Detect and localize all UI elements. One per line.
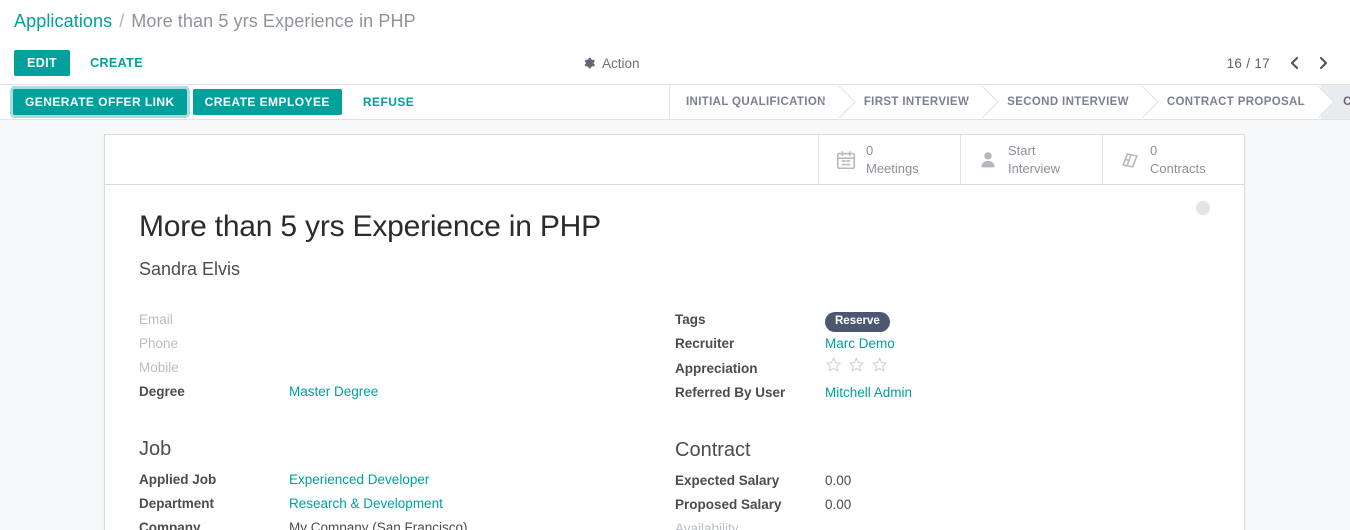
field-value-appreciation[interactable] xyxy=(825,356,888,373)
smart-button-label: Meetings xyxy=(866,160,919,176)
field-row: Proposed Salary 0.00 xyxy=(675,493,1211,517)
stage-pipeline: INITIAL QUALIFICATION FIRST INTERVIEW SECO… xyxy=(670,85,1350,119)
field-row: Referred By User Mitchell Admin xyxy=(675,381,1211,405)
smart-button-contracts[interactable]: 0 Contracts xyxy=(1102,135,1244,184)
field-row: Applied Job Experienced Developer xyxy=(139,468,675,492)
contract-section-title: Contract xyxy=(675,439,751,461)
action-menu-button[interactable]: Action xyxy=(583,56,640,71)
smart-button-value: 0 xyxy=(866,143,874,159)
field-row: Phone xyxy=(139,332,675,356)
tag-badge[interactable]: Reserve xyxy=(825,312,890,332)
calendar-icon xyxy=(835,149,857,171)
field-label-expected-salary: Expected Salary xyxy=(675,473,780,488)
field-value-company: My Company (San Francisco) xyxy=(289,520,468,530)
smart-button-value: Start xyxy=(1008,143,1036,159)
field-column-left: Email Phone Mobile Degree Master Degree Job … xyxy=(139,308,675,530)
smart-button-text: 0 Meetings xyxy=(866,142,919,176)
field-label-phone: Phone xyxy=(139,336,179,351)
field-value-degree[interactable]: Master Degree xyxy=(289,380,378,404)
field-label-recruiter: Recruiter xyxy=(675,336,735,351)
field-label-degree: Degree xyxy=(139,384,185,399)
job-section-title: Job xyxy=(139,438,172,460)
field-row: Appreciation xyxy=(675,356,1211,381)
contact-field-group: Email Phone Mobile Degree Master Degree xyxy=(139,308,675,404)
smart-button-text: Start Interview xyxy=(1008,142,1060,176)
breadcrumb-root-link[interactable]: Applications xyxy=(14,11,112,32)
pager: 16 / 17 xyxy=(1227,50,1336,76)
field-label-appreciation: Appreciation xyxy=(675,361,758,376)
stage-first-interview[interactable]: FIRST INTERVIEW xyxy=(841,85,986,119)
chevron-right-icon[interactable] xyxy=(1310,50,1336,76)
workflow-button-create-employee[interactable]: CREATE EMPLOYEE xyxy=(192,89,342,115)
field-label-department: Department xyxy=(139,496,215,511)
workflow-button-group: GENERATE OFFER LINK CREATE EMPLOYEE REFUSE xyxy=(0,85,670,119)
edit-button[interactable]: EDIT xyxy=(14,49,71,77)
create-button[interactable]: CREATE xyxy=(79,50,154,77)
chevron-left-icon[interactable] xyxy=(1282,50,1308,76)
field-value-tags: Reserve xyxy=(825,308,890,332)
field-column-right: Tags Reserve Recruiter Marc Demo Appreciatio… xyxy=(675,308,1211,530)
stage-initial-qualification[interactable]: INITIAL QUALIFICATION xyxy=(670,85,842,119)
star-icon-3[interactable] xyxy=(871,356,888,373)
star-icon-2[interactable] xyxy=(848,356,865,373)
status-bar: GENERATE OFFER LINK CREATE EMPLOYEE REFUSE… xyxy=(0,84,1350,120)
field-value-recruiter[interactable]: Marc Demo xyxy=(825,332,895,356)
field-row: Department Research & Development xyxy=(139,492,675,516)
kanban-state-indicator[interactable] xyxy=(1196,201,1210,215)
smart-button-text: 0 Contracts xyxy=(1150,142,1206,176)
star-icon-1[interactable] xyxy=(825,356,842,373)
field-grid: Email Phone Mobile Degree Master Degree Job … xyxy=(139,308,1214,530)
stage-second-interview[interactable]: SECOND INTERVIEW xyxy=(985,85,1145,119)
workflow-button-refuse[interactable]: REFUSE xyxy=(351,89,426,115)
recruitment-field-group: Tags Reserve Recruiter Marc Demo Appreciatio… xyxy=(675,308,1211,405)
contract-field-group: Expected Salary 0.00 Proposed Salary 0.00 Av… xyxy=(675,469,1211,530)
field-row: Availability xyxy=(675,517,1211,530)
field-label-applied-job: Applied Job xyxy=(139,472,217,487)
field-row: Company My Company (San Francisco) xyxy=(139,516,675,530)
user-icon xyxy=(977,149,999,171)
field-label-proposed-salary: Proposed Salary xyxy=(675,497,782,512)
field-row: Recruiter Marc Demo xyxy=(675,332,1211,356)
field-value-department[interactable]: Research & Development xyxy=(289,492,443,516)
action-menu-label: Action xyxy=(602,55,640,71)
field-label-mobile: Mobile xyxy=(139,360,179,375)
form-sheet: 0 Meetings Start Interview 0 Contracts More t… xyxy=(104,134,1245,530)
workflow-button-generate-offer-link[interactable]: GENERATE OFFER LINK xyxy=(13,89,187,115)
smart-button-meetings[interactable]: 0 Meetings xyxy=(818,135,960,184)
stage-contract-proposal[interactable]: CONTRACT PROPOSAL xyxy=(1144,85,1322,119)
field-value-applied-job[interactable]: Experienced Developer xyxy=(289,468,429,492)
field-value-proposed-salary: 0.00 xyxy=(825,497,852,512)
field-value-expected-salary: 0.00 xyxy=(825,473,852,488)
smart-button-label: Interview xyxy=(1008,160,1061,176)
form-sheet-area: 0 Meetings Start Interview 0 Contracts More t… xyxy=(0,120,1350,530)
smart-button-label: Contracts xyxy=(1150,160,1206,176)
field-label-referred-by-user: Referred By User xyxy=(675,385,786,400)
field-row: Expected Salary 0.00 xyxy=(675,469,1211,493)
field-value-referred-by-user[interactable]: Mitchell Admin xyxy=(825,381,912,405)
breadcrumb: Applications / More than 5 yrs Experienc… xyxy=(0,0,1350,42)
field-label-tags: Tags xyxy=(675,312,706,327)
field-label-availability: Availability xyxy=(675,521,739,530)
job-field-group: Applied Job Experienced Developer Departme… xyxy=(139,468,675,530)
field-row: Tags Reserve xyxy=(675,308,1211,332)
field-row: Degree Master Degree xyxy=(139,380,675,404)
control-panel: EDIT CREATE Action 16 / 17 xyxy=(0,42,1350,84)
gear-icon xyxy=(583,57,596,70)
book-icon xyxy=(1119,149,1141,171)
pager-counter: 16 / 17 xyxy=(1226,55,1270,71)
record-subtitle: Sandra Elvis xyxy=(139,259,241,279)
field-row: Mobile xyxy=(139,356,675,380)
breadcrumb-separator: / xyxy=(119,10,125,31)
smart-button-value: 0 xyxy=(1150,143,1158,159)
smart-button-interview[interactable]: Start Interview xyxy=(960,135,1102,184)
form-body: More than 5 yrs Experience in PHP Sandra… xyxy=(105,185,1244,530)
smart-button-row: 0 Meetings Start Interview 0 Contracts xyxy=(105,135,1244,185)
page-title: More than 5 yrs Experience in PHP xyxy=(139,210,601,243)
field-label-company: Company xyxy=(139,520,201,530)
field-label-email: Email xyxy=(139,312,173,327)
field-row: Email xyxy=(139,308,675,332)
breadcrumb-current: More than 5 yrs Experience in PHP xyxy=(131,10,416,31)
